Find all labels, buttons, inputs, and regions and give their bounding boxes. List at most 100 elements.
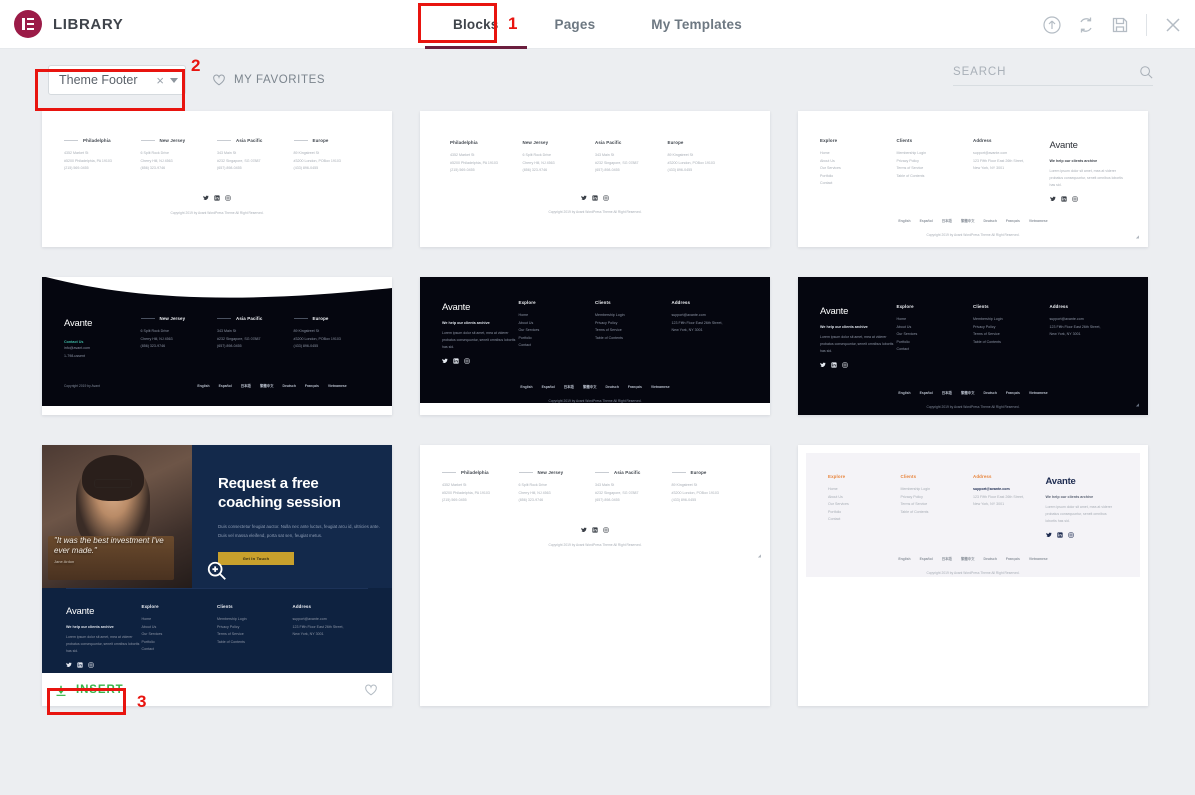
template-thumbnail[interactable]: Avante Contact Us info@avant.com 1-798-u… xyxy=(42,277,392,406)
template-card[interactable]: Avante Contact Us info@avant.com 1-798-u… xyxy=(42,277,392,415)
linkedin-icon xyxy=(453,358,459,365)
twitter-icon xyxy=(820,362,826,368)
offices-row: Avante Contact Us info@avant.com 1-798-u… xyxy=(42,303,392,361)
wave-divider xyxy=(42,277,392,304)
explore-column: Explore Home About Us Our Services Portfoli… xyxy=(820,138,841,186)
download-icon xyxy=(55,684,67,696)
explore-column: Explore Home About Us Our Services Portfoli… xyxy=(828,474,849,522)
copyright: Copyright 2019 by Avant WordPress Theme … xyxy=(548,398,642,403)
hero-section: "It was the best investment I've ever ma… xyxy=(42,445,392,588)
language-switcher: English Español 日本語 繁體中文 Deutsch Français Viet… xyxy=(520,385,670,390)
template-card[interactable]: Philadelphia 4352 Market St #5200 Philade… xyxy=(420,445,770,706)
heart-outline-icon xyxy=(212,73,226,87)
address-column: Address support@avante.com 123 Fifth Floo… xyxy=(973,474,1024,507)
office-column: Europe 89 Kingstreet St #3200 London, POB… xyxy=(671,470,719,503)
brand-column: Avante We help our clients archive Lorem… xyxy=(442,299,519,365)
social-links xyxy=(420,527,770,533)
library-tabs: Blocks Pages My Templates xyxy=(0,0,1195,49)
get-in-touch-button[interactable]: Get In Touch xyxy=(218,552,294,565)
insert-button-label: INSERT xyxy=(76,683,124,696)
address-column: Address support@avante.com 123 Fifth Floo… xyxy=(292,604,344,637)
tab-my-templates[interactable]: My Templates xyxy=(623,0,770,49)
office-column: Europe 89 Kingstreet St #3200 London, POB… xyxy=(293,138,341,171)
template-card[interactable]: Avante We help our clients archive Lorem… xyxy=(798,277,1148,415)
address-column: Address support@avante.com 123 Fifth Floo… xyxy=(671,300,723,333)
hero-title-line2: coaching session xyxy=(218,493,341,511)
linkedin-icon xyxy=(592,195,598,201)
category-select[interactable]: Theme Footer × xyxy=(48,65,186,95)
copyright: Copyright 2019 by Avant WordPress Theme … xyxy=(170,210,264,215)
template-thumbnail[interactable]: Avante We help our clients archive Lorem… xyxy=(798,277,1148,415)
instagram-icon xyxy=(842,362,848,368)
linkedin-icon xyxy=(77,662,83,669)
tab-pages-label: Pages xyxy=(554,17,596,32)
template-card[interactable]: Philadelphia 4352 Market St #5200 Philade… xyxy=(420,111,770,247)
chevron-down-icon[interactable] xyxy=(170,77,178,83)
office-column: Asia Pacific 343 Main St #232 Singapore, … xyxy=(595,470,641,503)
template-thumbnail[interactable]: Explore Home About Us Our Services Portfoli… xyxy=(798,445,1148,585)
hero-title-line1: Request a free xyxy=(218,475,319,492)
tab-blocks-label: Blocks xyxy=(453,17,499,32)
template-thumbnail[interactable]: Avante We help our clients archive Lorem… xyxy=(420,277,770,403)
brand-column: Avante Contact Us info@avant.com 1-798-u… xyxy=(64,318,93,358)
magnifier-plus-icon[interactable] xyxy=(206,560,228,582)
import-template-icon[interactable] xyxy=(1042,15,1062,35)
resize-handle-icon: ◢ xyxy=(1135,401,1139,407)
instagram-icon xyxy=(603,527,609,533)
twitter-icon xyxy=(1049,196,1056,202)
office-column: Asia Pacific 343 Main St #232 Singapore, … xyxy=(217,316,263,349)
template-card-hovered[interactable]: "It was the best investment I've ever ma… xyxy=(42,445,392,706)
template-grid: Philadelphia 4352 Market St #5200 Philade… xyxy=(0,111,1195,706)
template-thumbnail[interactable]: Philadelphia 4352 Market St #5200 Philade… xyxy=(42,111,392,235)
annotation-number-3: 3 xyxy=(137,692,147,711)
template-thumbnail[interactable]: Explore Home About Us Our Services Portfoli… xyxy=(798,111,1148,247)
instagram-icon xyxy=(464,358,470,364)
office-column: Asia Pacific 343 Main St #232 Singapore, … xyxy=(595,140,639,173)
instagram-icon xyxy=(1071,196,1078,202)
template-card[interactable]: Avante We help our clients archive Lorem… xyxy=(420,277,770,415)
search-icon[interactable] xyxy=(1139,65,1153,79)
insert-button[interactable]: INSERT xyxy=(55,684,124,696)
copyright: Copyright 2019 by Avant WordPress Theme … xyxy=(926,404,1020,409)
template-card[interactable]: Philadelphia 4352 Market St #5200 Philade… xyxy=(42,111,392,247)
link-columns: Avante We help our clients archive Lorem… xyxy=(42,589,392,669)
offices-row: Philadelphia 4352 Market St #5200 Philade… xyxy=(42,137,392,173)
clear-icon[interactable]: × xyxy=(150,73,170,88)
template-thumbnail[interactable]: "It was the best investment I've ever ma… xyxy=(42,445,392,673)
instagram-icon xyxy=(88,662,94,668)
social-links xyxy=(42,195,392,201)
link-columns: Explore Home About Us Our Services Portfoli… xyxy=(806,473,1140,539)
template-thumbnail[interactable]: Philadelphia 4352 Market St #5200 Philade… xyxy=(420,111,770,235)
testimonial-author: Jane Ardon xyxy=(54,559,75,564)
clients-column: Clients Membership Login Privacy Policy Te… xyxy=(896,138,927,178)
office-column: Philadelphia 4352 Market St #5200 Philade… xyxy=(64,138,112,171)
close-icon[interactable] xyxy=(1163,15,1183,35)
link-columns: Explore Home About Us Our Services Portfoli… xyxy=(798,137,1148,203)
office-column: Asia Pacific 343 Main St #232 Singapore, … xyxy=(217,138,263,171)
copyright: Copyright 2019 by Avant WordPress Theme … xyxy=(926,232,1020,237)
link-columns: Avante We help our clients archive Lorem… xyxy=(420,299,770,365)
search-input[interactable] xyxy=(953,66,1139,78)
copyright: Copyright 2019 by Avant WordPress Theme … xyxy=(926,570,1020,575)
template-thumbnail[interactable]: Philadelphia 4352 Market St #5200 Philade… xyxy=(420,445,770,566)
annotation-number-1: 1 xyxy=(508,14,518,33)
offices-row: Philadelphia 4352 Market St #5200 Philade… xyxy=(420,469,770,505)
my-favorites-filter[interactable]: MY FAVORITES xyxy=(212,73,325,87)
twitter-icon xyxy=(581,527,587,533)
social-links xyxy=(1045,532,1119,539)
linkedin-icon xyxy=(1056,532,1063,539)
favorite-heart-icon[interactable] xyxy=(364,683,378,697)
tab-pages[interactable]: Pages xyxy=(527,0,624,49)
tab-my-templates-label: My Templates xyxy=(651,17,742,32)
save-icon[interactable] xyxy=(1110,15,1130,35)
filter-bar: Theme Footer × MY FAVORITES xyxy=(0,49,1195,111)
office-column: Philadelphia 4352 Market St #5200 Philade… xyxy=(442,470,490,503)
copyright: Copyright 2019 by Avant xyxy=(64,383,100,388)
template-card[interactable]: Explore Home About Us Our Services Portfoli… xyxy=(798,445,1148,706)
category-select-value: Theme Footer xyxy=(59,73,138,87)
twitter-icon xyxy=(203,195,209,201)
template-card[interactable]: Explore Home About Us Our Services Portfoli… xyxy=(798,111,1148,247)
twitter-icon xyxy=(581,195,587,201)
brand-column: Avante We help our clients archive Lorem… xyxy=(1045,473,1119,539)
sync-library-icon[interactable] xyxy=(1076,15,1096,35)
